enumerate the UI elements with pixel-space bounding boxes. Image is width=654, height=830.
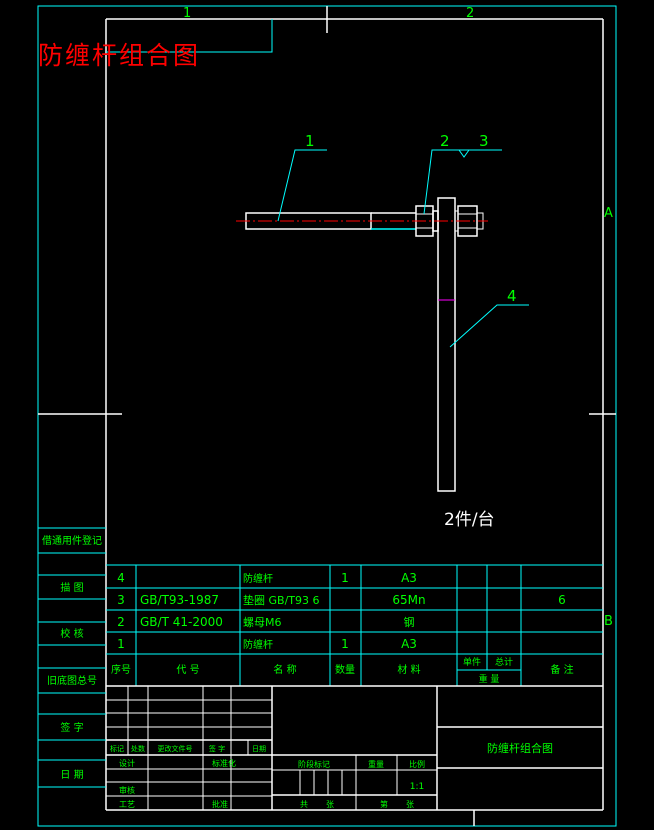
- bom-row2-name: 螺母M6: [243, 616, 282, 629]
- drawing-title: 防缠杆组合图: [38, 41, 200, 70]
- bom-row1-name: 防缠杆: [243, 638, 273, 651]
- side-label-sign: 签 字: [60, 721, 83, 734]
- bom-header-code: 代 号: [176, 664, 199, 676]
- balloon-4: 4: [507, 287, 517, 305]
- bom-row3-name: 垫圈 GB/T93 6: [243, 593, 319, 607]
- rev-label-count: 处数: [131, 744, 145, 753]
- balloon-2: 2: [440, 132, 450, 150]
- bom-header-seq: 序号: [111, 663, 131, 676]
- rev-label-sign: 签 字: [209, 744, 225, 753]
- label-sheet-total: 共: [300, 800, 308, 809]
- side-label-date: 日 期: [60, 769, 83, 781]
- bom-row1-material: A3: [401, 637, 417, 651]
- bom-row3-code: GB/T93-1987: [140, 593, 219, 607]
- cad-drawing: 1 2 A B 防缠杆组合图 1 2 3 4 2件/台 借通用件登记 描 图 校…: [37, 5, 617, 827]
- side-label-trace: 描 图: [60, 581, 83, 594]
- label-designer: 设计: [119, 758, 135, 768]
- bom-row3-remark: 6: [558, 593, 566, 607]
- label-scale: 比例: [409, 759, 425, 769]
- rev-label-mark: 标记: [110, 744, 124, 753]
- zone-letter-a: A: [604, 206, 613, 221]
- zone-number-1: 1: [183, 6, 191, 21]
- rev-label-date: 日期: [252, 745, 266, 753]
- bom-header-weight: 重 量: [479, 673, 500, 685]
- zone-letter-b: B: [604, 614, 613, 629]
- leader-4: [449, 304, 529, 348]
- bom-row3-seq: 3: [117, 593, 125, 607]
- label-sheet-no: 张: [326, 800, 334, 809]
- scale-value: 1:1: [410, 782, 424, 792]
- side-label-old-no: 旧底图总号: [47, 674, 97, 687]
- rev-label-doc: 更改文件号: [158, 744, 193, 753]
- bom-row2-seq: 2: [117, 615, 125, 629]
- zone-number-2: 2: [466, 6, 474, 21]
- bom-header-material: 材 料: [397, 663, 420, 676]
- title-block-drawing-name: 防缠杆组合图: [487, 741, 553, 755]
- label-standard: 标准化: [212, 758, 236, 768]
- outer-frame: [37, 5, 617, 827]
- bom-header-total: 总计: [495, 656, 513, 668]
- label-process: 工艺: [119, 800, 135, 809]
- side-label-reg: 借通用件登记: [42, 534, 102, 547]
- leader-1: [277, 149, 327, 222]
- bom-header-remark: 备 注: [550, 663, 573, 676]
- balloon-3: 3: [479, 132, 489, 150]
- label-approve: 批准: [212, 799, 228, 809]
- leader-2-3: [423, 149, 502, 215]
- label-sheet-unit: 张: [406, 800, 414, 809]
- bom-row4-material: A3: [401, 571, 417, 585]
- bom-header-qty: 数量: [335, 663, 355, 676]
- bom-row3-material: 65Mn: [392, 593, 425, 607]
- bom-row2-code: GB/T 41-2000: [140, 615, 223, 629]
- quantity-note: 2件/台: [444, 510, 495, 530]
- label-checker: 审核: [119, 785, 135, 795]
- bom-row1-qty: 1: [341, 637, 349, 651]
- bom-row1-seq: 1: [117, 637, 125, 651]
- bom-row2-material: 钢: [404, 616, 415, 629]
- label-sheet-of: 第: [380, 799, 388, 809]
- side-column: [38, 527, 106, 788]
- balloon-1: 1: [305, 132, 315, 150]
- bom-row4-seq: 4: [117, 571, 125, 585]
- bom-header-unit: 单件: [463, 656, 481, 668]
- bom-header-name: 名 称: [273, 663, 296, 676]
- bom-row4-qty: 1: [341, 571, 349, 585]
- side-label-check: 校 核: [60, 627, 83, 640]
- label-weight: 重量: [368, 759, 384, 769]
- bom-row4-name: 防缠杆: [243, 572, 273, 585]
- label-stage-mark: 阶段标记: [298, 759, 330, 769]
